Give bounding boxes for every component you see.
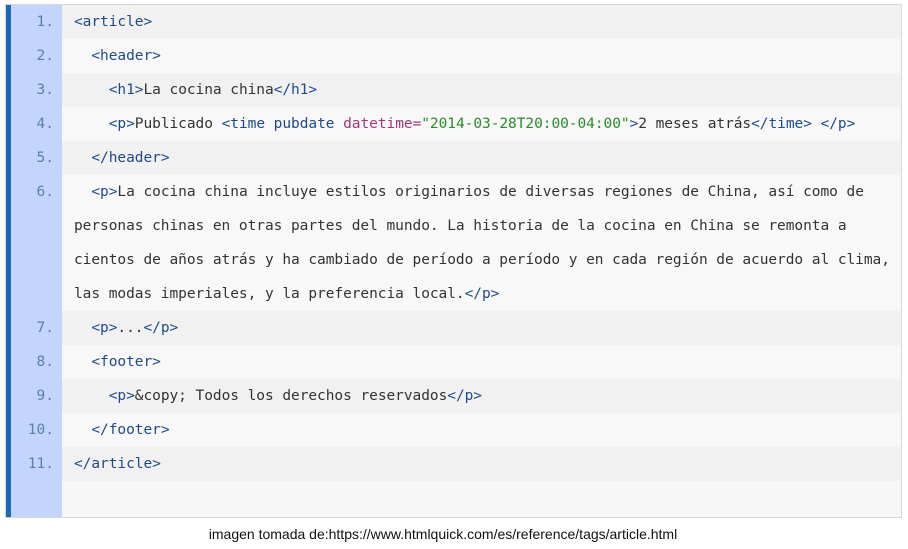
code-text: <header> [62, 39, 901, 73]
code-token-tag: <h1> [74, 82, 144, 98]
line-number: 7. [36, 320, 54, 336]
code-line: 9. <p>&copy; Todos los derechos reservad… [11, 379, 901, 413]
code-line: 7. <p>...</p> [11, 311, 901, 345]
code-text: <p>...</p> [62, 311, 901, 345]
line-number: 5. [36, 150, 54, 166]
code-token-tag: <article> [74, 14, 153, 30]
code-token-string: "2014-03-28T20:00-04:00" [421, 116, 630, 132]
code-token-tag: </p> [464, 286, 500, 302]
code-text: <footer> [62, 345, 901, 379]
code-token-text: La cocina china [143, 82, 274, 98]
code-line: 6. <p>La cocina china incluye estilos or… [11, 175, 901, 311]
code-line: 4. <p>Publicado <time pubdate datetime="… [11, 107, 901, 141]
line-number: 1. [36, 14, 54, 30]
code-text: <p>Publicado <time pubdate datetime="201… [62, 107, 901, 141]
code-text: </header> [62, 141, 901, 175]
code-token-tag: <header> [74, 48, 161, 64]
code-text: <h1>La cocina china</h1> [62, 73, 901, 107]
line-number: 11. [27, 456, 54, 472]
code-token-text: Publicado [134, 116, 222, 132]
code-lines: 1. <article> 2. <header> 3. <h1>La cocina c… [11, 5, 901, 481]
code-text: </footer> [62, 413, 901, 447]
code-line: 3. <h1>La cocina china</h1> [11, 73, 901, 107]
code-token-tag: <time pubdate [221, 116, 344, 132]
code-line: 2. <header> [11, 39, 901, 73]
line-number: 9. [36, 388, 54, 404]
code-token-tag: </article> [74, 456, 161, 472]
code-token-tag: </h1> [273, 82, 318, 98]
code-token-text: ... [117, 320, 144, 336]
line-number: 10. [27, 422, 54, 438]
code-line: 10. </footer> [11, 413, 901, 447]
code-token-tag: <footer> [74, 354, 161, 370]
code-block: 1. <article> 2. <header> 3. <h1>La cocina c… [5, 4, 902, 518]
code-line: 11. </article> [11, 447, 901, 481]
code-token-tag: > [629, 116, 639, 132]
line-number: 2. [36, 48, 54, 64]
code-token-attribute: datetime= [343, 116, 422, 132]
code-text: <p>&copy; Todos los derechos reservados<… [62, 379, 901, 413]
code-text: <article> [62, 5, 901, 39]
line-number: 8. [36, 354, 54, 370]
code-token-tag: <p> [74, 116, 135, 132]
code-token-tag: </header> [74, 150, 170, 166]
code-token-tag: </p> [447, 388, 482, 404]
code-token-tag: </time> </p> [751, 116, 856, 132]
code-text: </article> [62, 447, 901, 481]
code-token-tag: <p> [74, 388, 135, 404]
code-token-tag: </p> [143, 320, 179, 336]
code-token-tag: <p> [74, 320, 118, 336]
line-number: 3. [36, 82, 54, 98]
code-text: <p>La cocina china incluye estilos origi… [62, 175, 901, 311]
code-line: 5. </header> [11, 141, 901, 175]
code-token-text: La cocina china incluye estilos originar… [74, 184, 899, 302]
image-caption: imagen tomada de:https://www.htmlquick.c… [208, 526, 678, 542]
line-number: 4. [36, 116, 54, 132]
code-line: 8. <footer> [11, 345, 901, 379]
line-number: 6. [36, 184, 54, 200]
code-token-text: &copy; Todos los derechos reservados [134, 388, 448, 404]
code-token-tag: </footer> [74, 422, 170, 438]
code-token-text: 2 meses atrás [638, 116, 752, 132]
code-token-tag: <p> [74, 184, 118, 200]
code-line: 1. <article> [11, 5, 901, 39]
